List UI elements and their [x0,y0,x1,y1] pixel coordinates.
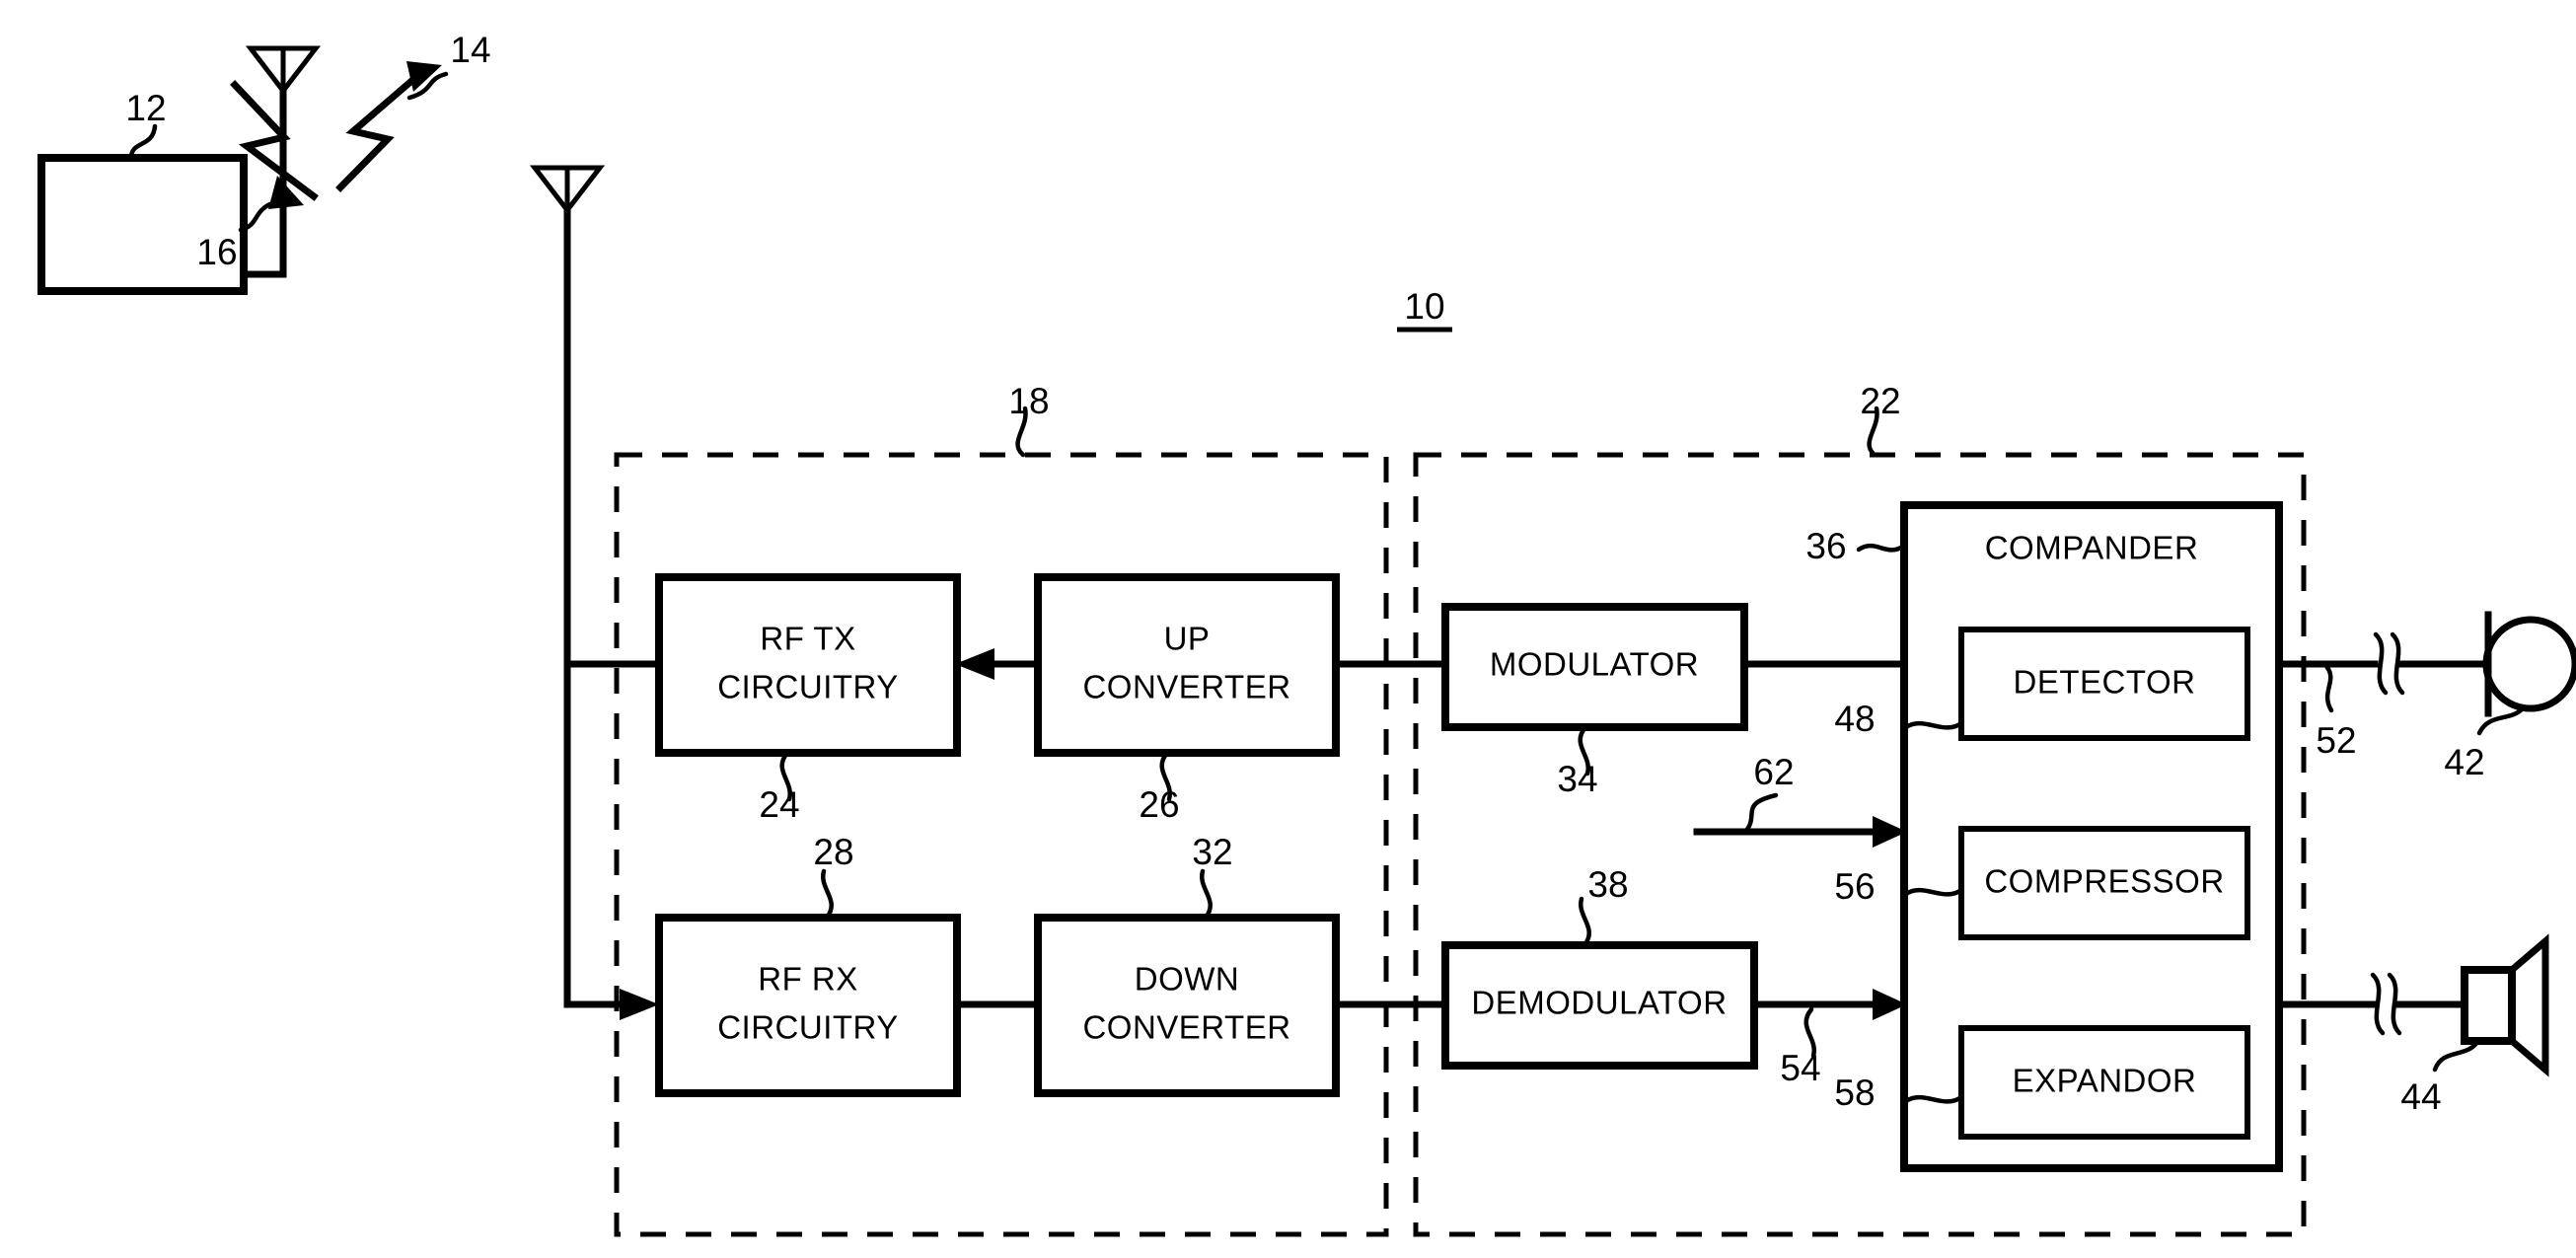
leader-line-32 [1200,868,1213,921]
ref-numeral-28: 28 [813,832,853,872]
up-converter-label-line1: UP [1164,621,1211,657]
ref-numeral-12: 12 [125,88,166,128]
modulator-label: MODULATOR [1490,646,1699,683]
local-antenna-group [529,165,663,1020]
detector-label: DETECTOR [2014,664,2196,701]
ref-numeral-18: 18 [1008,381,1049,421]
ref-numeral-58: 58 [1834,1073,1875,1113]
ref-numeral-56: 56 [1834,866,1875,907]
leader-line-44 [2432,1038,2481,1073]
leader-line-38 [1579,896,1591,948]
patent-figure: 12 14 16 10 18 22 RF TX CIRCUITRY 24 UP … [0,0,2576,1258]
figure-label-group: 10 [1397,286,1452,333]
ref-numeral-38: 38 [1587,864,1628,905]
ref-numeral-32: 32 [1192,832,1232,872]
rf-tx-circuitry-rect [655,573,961,757]
down-converter-label-line1: DOWN [1135,961,1239,998]
microphone-branch: 52 42 [2275,611,2576,782]
speaker-icon-horn [2507,933,2549,1077]
block-up-converter: UP CONVERTER 26 [955,573,1340,825]
ref-numeral-62: 62 [1753,752,1794,792]
ref-numeral-44: 44 [2400,1076,2441,1117]
down-converter-rect [1034,914,1340,1097]
leader-line-28 [821,868,834,921]
block-rf-rx-circuitry: RF RX CIRCUITRY 28 [655,832,961,1097]
ref-numeral-14: 14 [450,30,490,70]
up-converter-rect [1034,573,1340,757]
rf-signal-up-bolt [335,71,422,192]
rf-rx-circuitry-label-line2: CIRCUITRY [717,1009,899,1046]
rf-tx-circuitry-label-line1: RF TX [760,621,855,657]
microphone-icon-circle [2482,616,2576,712]
ref-numeral-16: 16 [196,232,237,272]
leader-line-36 [1856,543,1907,553]
rf-tx-circuitry-label-line2: CIRCUITRY [717,669,899,705]
block-modulator: MODULATOR 34 [1332,603,1908,799]
rf-section-dashed-boundary: 18 [614,381,1389,1237]
ref-numeral-52: 52 [2316,720,2356,761]
up-converter-label-line2: CONVERTER [1082,669,1290,705]
ref-numeral-42: 42 [2444,742,2484,782]
block-diagram-canvas: 12 14 16 10 18 22 RF TX CIRCUITRY 24 UP … [37,30,2576,1237]
leader-line-52 [2321,661,2334,713]
antenna-to-rf-rx-arrowhead [620,989,659,1020]
ref-numeral-48: 48 [1834,699,1875,739]
leader-line-12 [128,123,158,161]
leader-line-62 [1742,792,1779,835]
ref-numeral-22: 22 [1860,381,1900,421]
compressor-label: COMPRESSOR [1984,863,2224,900]
ref-numeral-34: 34 [1557,759,1597,799]
down-converter-label-line2: CONVERTER [1082,1009,1290,1046]
control-signal-62-group: 62 [1693,752,1907,848]
speaker-icon-body [2461,966,2516,1045]
block-down-converter: DOWN CONVERTER 32 [953,832,1340,1097]
expandor-label: EXPANDOR [2013,1063,2197,1099]
compander-label: COMPANDER [1985,530,2199,566]
rf-rx-circuitry-label-line1: RF RX [758,961,858,998]
block-rf-tx-circuitry: RF TX CIRCUITRY 24 [655,573,961,825]
ref-numeral-36: 36 [1805,526,1846,566]
ref-numeral-26: 26 [1139,784,1179,825]
demodulator-label: DEMODULATOR [1471,985,1727,1021]
speaker-branch: 44 [2275,933,2549,1117]
block-demodulator: DEMODULATOR 38 54 [1332,864,1907,1088]
rf-rx-circuitry-rect [655,914,961,1097]
ref-numeral-54: 54 [1780,1048,1820,1088]
figure-label-10: 10 [1404,286,1444,327]
rf-section-dashed-box [614,452,1389,1237]
ref-numeral-24: 24 [759,784,799,825]
